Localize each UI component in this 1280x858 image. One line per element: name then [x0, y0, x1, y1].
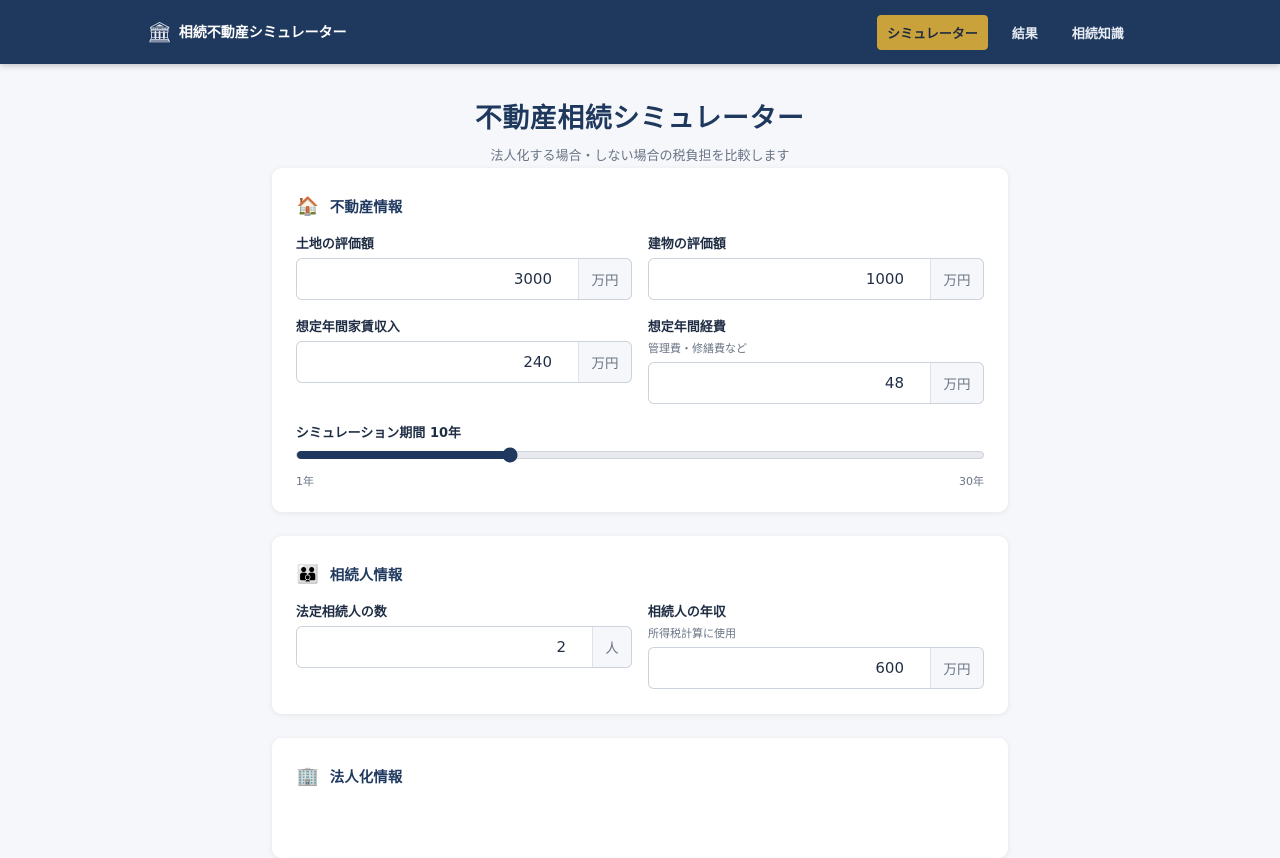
- page-title: 不動産相続シミュレーター: [475, 103, 805, 134]
- heirs-fields: 法定相続人の数 人 相続人の年収 所得税計算に使用 万円: [296, 585, 984, 689]
- nav-knowledge[interactable]: 相続知識: [1062, 15, 1134, 50]
- page-subtitle: 法人化する場合・しない場合の税負担を比較します: [490, 149, 790, 164]
- property-card: 🏠 不動産情報 土地の評価額 万円 建物の評価額 万円 想定年間家賃収入 万円: [272, 168, 1008, 512]
- expenses-input[interactable]: [649, 363, 930, 403]
- expenses-label: 想定年間経費: [648, 320, 727, 335]
- heir-income-group: 万円: [648, 647, 984, 689]
- building-value-field: 建物の評価額 万円: [648, 233, 984, 300]
- heirs-card-header: 👪 相続人情報: [296, 564, 984, 585]
- hero: 不動産相続シミュレーター 法人化する場合・しない場合の税負担を比較します: [0, 64, 1280, 164]
- house-icon: 🏠: [296, 196, 320, 217]
- period-min-label: 1年: [296, 475, 314, 488]
- heir-income-field: 相続人の年収 所得税計算に使用 万円: [648, 601, 984, 689]
- building-value-group: 万円: [648, 258, 984, 300]
- rent-income-field: 想定年間家賃収入 万円: [296, 316, 632, 404]
- land-value-group: 万円: [296, 258, 632, 300]
- period-label: シミュレーション期間 10年: [296, 426, 462, 441]
- expenses-group: 万円: [648, 362, 984, 404]
- heir-count-unit: 人: [592, 627, 631, 667]
- land-value-input[interactable]: [297, 259, 578, 299]
- heir-count-group: 人: [296, 626, 632, 668]
- corporate-card-header: 🏢 法人化情報: [296, 766, 984, 787]
- heir-count-label: 法定相続人の数: [296, 605, 388, 620]
- land-value-label: 土地の評価額: [296, 237, 375, 252]
- heir-count-field: 法定相続人の数 人: [296, 601, 632, 689]
- expenses-unit: 万円: [930, 363, 983, 403]
- heir-income-input[interactable]: [649, 648, 930, 688]
- land-value-unit: 万円: [578, 259, 631, 299]
- building-value-input[interactable]: [649, 259, 930, 299]
- brand-title: 相続不動産シミュレーター: [179, 25, 347, 41]
- property-card-header: 🏠 不動産情報: [296, 196, 984, 217]
- corporate-card-title: 法人化情報: [330, 770, 403, 786]
- rent-income-group: 万円: [296, 341, 632, 383]
- heir-income-unit: 万円: [930, 648, 983, 688]
- corporate-card: 🏢 法人化情報: [272, 738, 1008, 858]
- period-slider[interactable]: [296, 447, 984, 463]
- brand[interactable]: 🏛 相続不動産シミュレーター: [147, 20, 347, 44]
- rent-income-input[interactable]: [297, 342, 578, 382]
- heirs-card-title: 相続人情報: [330, 568, 403, 584]
- building-value-unit: 万円: [930, 259, 983, 299]
- property-fields: 土地の評価額 万円 建物の評価額 万円 想定年間家賃収入 万円 想定年間経費 管…: [296, 217, 984, 404]
- nav-simulator[interactable]: シミュレーター: [877, 14, 988, 50]
- land-value-field: 土地の評価額 万円: [296, 233, 632, 300]
- nav-results[interactable]: 結果: [1002, 15, 1048, 50]
- building-value-label: 建物の評価額: [648, 237, 727, 252]
- period-max-label: 30年: [959, 475, 984, 488]
- property-card-title: 不動産情報: [330, 200, 403, 216]
- heir-income-hint: 所得税計算に使用: [648, 627, 736, 640]
- period-range-ends: 1年 30年: [296, 473, 984, 489]
- heirs-card: 👪 相続人情報 法定相続人の数 人 相続人の年収 所得税計算に使用 万円: [272, 536, 1008, 714]
- top-navbar: 🏛 相続不動産シミュレーター シミュレーター 結果 相続知識: [0, 0, 1280, 64]
- family-icon: 👪: [296, 564, 320, 585]
- heir-income-label: 相続人の年収: [648, 605, 727, 620]
- period-slider-block: シミュレーション期間 10年 1年 30年: [296, 422, 984, 489]
- rent-income-unit: 万円: [578, 342, 631, 382]
- heir-count-input[interactable]: [297, 627, 592, 667]
- office-building-icon: 🏢: [296, 766, 320, 787]
- main-nav: シミュレーター 結果 相続知識: [877, 14, 1134, 50]
- bank-icon: 🏛: [147, 20, 173, 44]
- period-slider-fill: [297, 451, 510, 459]
- rent-income-label: 想定年間家賃収入: [296, 320, 401, 335]
- expenses-hint: 管理費・修繕費など: [648, 342, 747, 355]
- period-slider-thumb[interactable]: [502, 447, 518, 463]
- expenses-field: 想定年間経費 管理費・修繕費など 万円: [648, 316, 984, 404]
